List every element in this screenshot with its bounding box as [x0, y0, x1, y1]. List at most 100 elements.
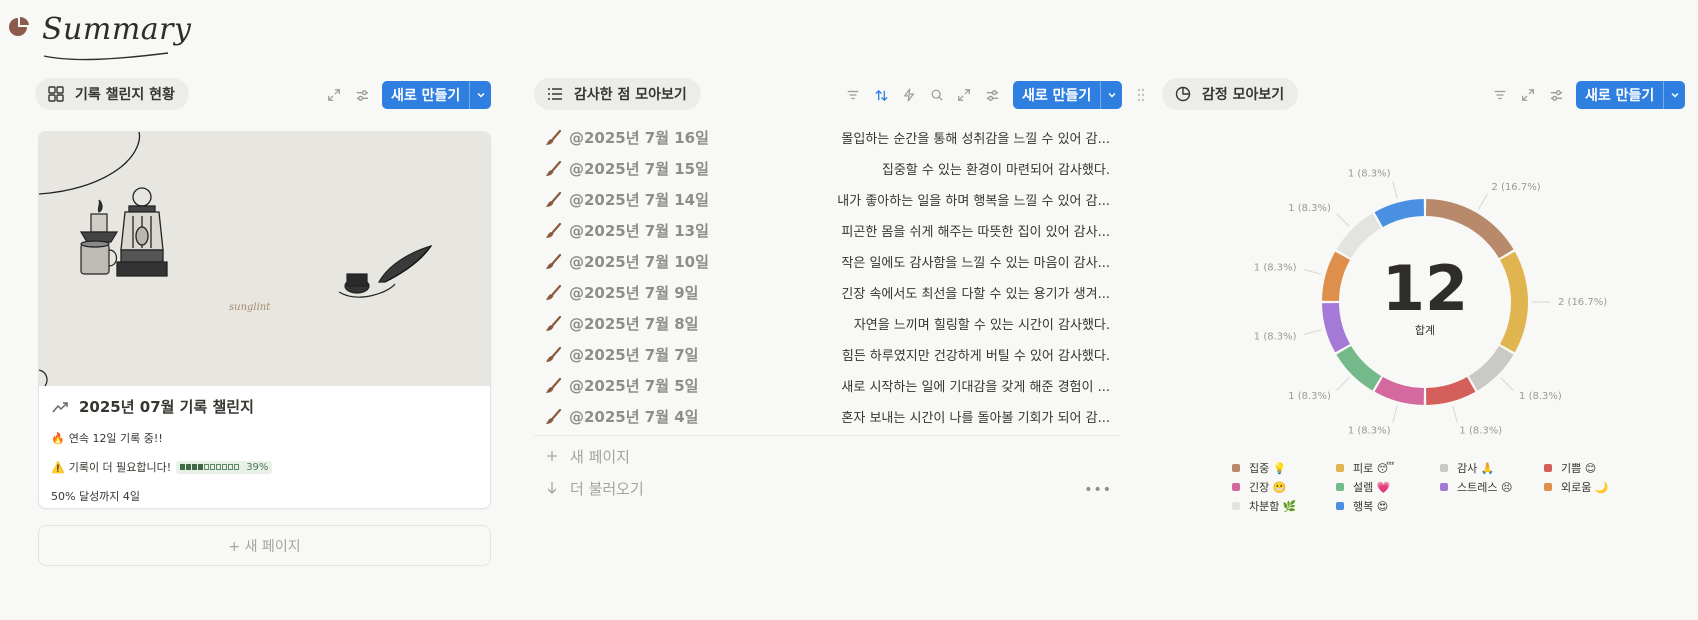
drag-handle-icon[interactable] [1131, 85, 1151, 105]
donut-slice[interactable] [1374, 199, 1424, 228]
legend-row: 차분함 🌿 행복 😍 [1232, 496, 1652, 515]
settings-sliders-icon[interactable] [982, 85, 1002, 105]
donut-slice[interactable] [1322, 251, 1351, 301]
tab-gratitude-list[interactable]: 감사한 점 모아보기 [534, 78, 701, 110]
slice-label: 2 (16.7%) [1558, 297, 1607, 308]
tab-emotion-chart[interactable]: 감정 모아보기 [1162, 78, 1299, 110]
slice-label: 1 (8.3%) [1254, 263, 1297, 274]
new-button-emotion[interactable]: 새로 만들기 [1576, 81, 1686, 109]
list-item[interactable]: @2025년 7월 9일 긴장 속에서도 최선을 다할 수 있는 용기가 생겨..… [534, 277, 1120, 308]
new-button-label: 새로 만들기 [391, 88, 461, 104]
title-underline [43, 52, 169, 61]
new-button-gratitude[interactable]: 새로 만들기 [1013, 81, 1123, 109]
legend-item[interactable]: 감사 🙏 [1440, 460, 1544, 476]
entry-text: 몰입하는 순간을 통해 성취감을 느낄 수 있어 감... [841, 132, 1110, 147]
brush-icon [546, 191, 562, 207]
list-icon [546, 85, 564, 103]
donut-slice[interactable] [1322, 303, 1351, 353]
card-title[interactable]: 2025년 07월 기록 챌린지 [51, 396, 480, 417]
slice-leader-line [1336, 213, 1350, 227]
slice-label: 2 (16.7%) [1492, 182, 1541, 193]
list-item[interactable]: @2025년 7월 14일 내가 좋아하는 일을 하며 행복을 느낄 수 있어 감… [534, 184, 1120, 215]
donut-svg: 12 합계 2 (16.7%) 2 (16.7%) 1 (8.3%) 1 (8.3%)… [1254, 169, 1607, 437]
donut-slice[interactable] [1426, 199, 1514, 259]
donut-slice[interactable] [1374, 376, 1424, 405]
legend-label: 차분함 🌿 [1249, 499, 1297, 513]
legend-item[interactable]: 피로 😴 [1336, 460, 1440, 476]
list-item[interactable]: @2025년 7월 8일 자연을 느끼며 힐링할 수 있는 시간이 감사했다. [534, 308, 1120, 339]
chart-legend: 집중 💡 피로 😴 감사 🙏 기쁨 😊 긴장 😬 설렘 💗 스트레스 😣 외로움 🌙 차분함 🌿… [1232, 458, 1652, 515]
legend-swatch [1232, 482, 1240, 491]
progress-chip: 39% [176, 460, 273, 474]
filter-icon[interactable] [843, 85, 863, 105]
brush-icon [546, 284, 562, 300]
sort-icon[interactable] [871, 85, 891, 105]
load-more-label: 더 불러오기 [570, 479, 644, 498]
expand-icon[interactable] [324, 85, 344, 105]
legend-item[interactable]: 기쁨 😊 [1544, 460, 1648, 476]
expand-icon[interactable] [954, 85, 974, 105]
more-options-icon[interactable]: ••• [1084, 482, 1112, 498]
list-item[interactable]: @2025년 7월 15일 집중할 수 있는 환경이 마련되어 감사했다. [534, 153, 1120, 184]
fire-icon: 🔥 [51, 431, 65, 445]
slice-label: 1 (8.3%) [1348, 425, 1391, 436]
chevron-down-icon[interactable] [469, 81, 491, 109]
add-page-label: + 새 페이지 [228, 538, 301, 555]
slice-label: 1 (8.3%) [1348, 169, 1391, 180]
entry-date: @2025년 7월 5일 [569, 377, 699, 395]
new-button-label: 새로 만들기 [1585, 88, 1655, 104]
list-item[interactable]: @2025년 7월 7일 힘든 하루였지만 건강하게 버틸 수 있어 감사했다. [534, 339, 1120, 370]
slice-leader-line [1304, 269, 1322, 275]
goal-line: 50% 달성까지 4일 [51, 488, 480, 504]
legend-item[interactable]: 설렘 💗 [1336, 479, 1440, 495]
list-item[interactable]: @2025년 7월 13일 피곤한 몸을 쉬게 해주는 따뜻한 집이 있어 감사.… [534, 215, 1120, 246]
add-page-button[interactable]: + 새 페이지 [38, 525, 491, 566]
legend-item[interactable]: 차분함 🌿 [1232, 498, 1336, 514]
donut-slice[interactable] [1499, 251, 1528, 353]
cover-illustration: sunglint [39, 132, 490, 387]
donut-slice[interactable] [1426, 376, 1476, 405]
lightning-icon[interactable] [899, 85, 919, 105]
legend-item[interactable]: 행복 😍 [1336, 498, 1440, 514]
new-page-label: 새 페이지 [570, 447, 630, 466]
new-page-row[interactable]: 새 페이지 [534, 440, 1120, 472]
list-item[interactable]: @2025년 7월 10일 작은 일에도 감사함을 느낄 수 있는 마음이 감사.… [534, 246, 1120, 277]
chevron-down-icon[interactable] [1100, 81, 1122, 109]
brush-icon [546, 408, 562, 424]
entry-text: 내가 좋아하는 일을 하며 행복을 느낄 수 있어 감... [837, 194, 1110, 209]
new-button-challenge[interactable]: 새로 만들기 [382, 81, 492, 109]
slice-leader-line [1336, 377, 1350, 391]
warning-text: 기록이 더 필요합니다! [68, 461, 172, 474]
legend-item[interactable]: 스트레스 😣 [1440, 479, 1544, 495]
search-icon[interactable] [927, 85, 947, 105]
card-cover-image: sunglint [39, 132, 490, 387]
legend-label: 설렘 💗 [1353, 480, 1391, 494]
progress-segment [210, 464, 216, 470]
tab-challenge-status[interactable]: 기록 챌린지 현황 [35, 78, 189, 110]
brush-icon [546, 160, 562, 176]
brush-icon [546, 222, 562, 238]
expand-icon[interactable] [1518, 85, 1538, 105]
slice-label: 1 (8.3%) [1459, 425, 1502, 436]
legend-item[interactable]: 긴장 😬 [1232, 479, 1336, 495]
list-item[interactable]: @2025년 7월 4일 혼자 보내는 시간이 나를 돌아볼 기회가 되어 감..… [534, 401, 1120, 432]
entry-date: @2025년 7월 13일 [569, 222, 709, 240]
filter-icon[interactable] [1490, 85, 1510, 105]
plus-icon [544, 450, 560, 462]
entry-text: 힘든 하루였지만 건강하게 버틸 수 있어 감사했다. [841, 349, 1110, 364]
settings-sliders-icon[interactable] [352, 85, 372, 105]
legend-label: 피로 😴 [1353, 461, 1395, 475]
chevron-down-icon[interactable] [1663, 81, 1685, 109]
legend-item[interactable]: 집중 💡 [1232, 460, 1336, 476]
progress-segment [180, 464, 186, 470]
entry-text: 자연을 느끼며 힐링할 수 있는 시간이 감사했다. [853, 318, 1110, 333]
challenge-card[interactable]: sunglint 2025년 07월 기록 챌린지 🔥 연속 12일 기록 중!… [38, 131, 491, 509]
list-item[interactable]: @2025년 7월 16일 몰입하는 순간을 통해 성취감을 느낄 수 있어 감.… [534, 122, 1120, 153]
load-more-row[interactable]: 더 불러오기 ••• [534, 472, 1120, 504]
list-item[interactable]: @2025년 7월 5일 새로 시작하는 일에 기대감을 갖게 해준 경험이 ..… [534, 370, 1120, 401]
legend-item[interactable]: 외로움 🌙 [1544, 479, 1648, 495]
settings-sliders-icon[interactable] [1546, 85, 1566, 105]
entry-date: @2025년 7월 8일 [569, 315, 699, 333]
legend-swatch [1440, 463, 1448, 472]
slice-label: 1 (8.3%) [1288, 203, 1331, 214]
